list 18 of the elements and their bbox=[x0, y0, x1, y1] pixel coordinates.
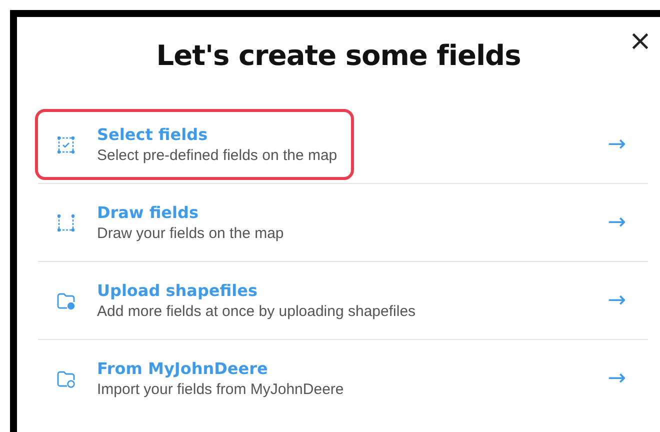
option-item[interactable]: Draw fields Draw your fields on the map bbox=[35, 187, 301, 258]
select-area-icon bbox=[56, 134, 76, 154]
option-title: Draw fields bbox=[97, 203, 200, 222]
dialog-title: Let's create some fields bbox=[156, 39, 521, 74]
close-button[interactable]: × bbox=[628, 27, 652, 55]
option-description: Draw your fields on the map bbox=[97, 225, 284, 242]
option-item[interactable]: Select fields Select pre-defined fields on the map bbox=[35, 109, 354, 180]
folder-icon bbox=[56, 290, 76, 310]
option-description: Select pre-defined fields on the map bbox=[97, 147, 338, 164]
option-item[interactable]: Upload shapefiles Add more fields at once by uploading shapefiles bbox=[35, 265, 433, 336]
option-title: Upload shapefiles bbox=[97, 281, 258, 300]
option-description: Add more fields at once by uploading shapefiles bbox=[97, 303, 416, 320]
option-item[interactable]: From MyJohnDeere Import your fields from MyJohnDeere bbox=[35, 343, 361, 414]
option-title: From MyJohnDeere bbox=[97, 359, 269, 378]
option-title: Select fields bbox=[97, 125, 209, 144]
draw-shape-icon bbox=[56, 212, 76, 232]
option-description: Import your fields from MyJohnDeere bbox=[97, 381, 344, 398]
folder-icon bbox=[56, 368, 76, 388]
